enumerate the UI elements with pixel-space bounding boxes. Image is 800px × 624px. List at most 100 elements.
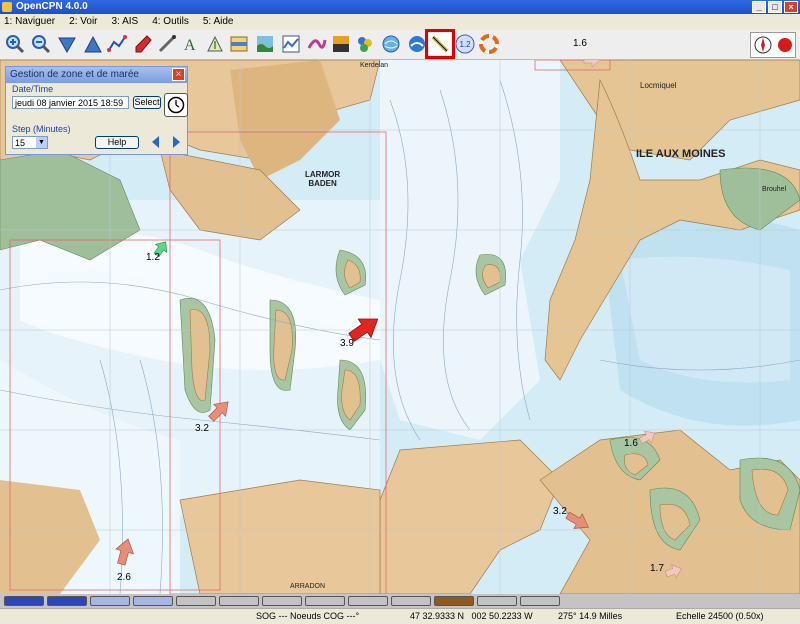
quilt-chart-button[interactable] xyxy=(47,596,87,606)
datetime-group-label: Date/Time xyxy=(12,84,54,94)
menu-ais[interactable]: 3: AIS xyxy=(112,14,139,30)
globe-button[interactable] xyxy=(380,33,402,55)
graph-button[interactable] xyxy=(280,33,302,55)
dialog-titlebar[interactable]: Gestion de zone et de marée × xyxy=(6,67,187,83)
help-button[interactable]: Help xyxy=(95,136,139,149)
zoom-in-button[interactable] xyxy=(4,33,26,55)
clock-button[interactable] xyxy=(164,93,188,117)
current-label-c3: 3.2 xyxy=(195,423,209,434)
arrow-left-icon xyxy=(152,136,159,148)
waypoint-icon xyxy=(135,35,152,53)
layers-button[interactable] xyxy=(354,33,376,55)
place-kerdelan: Kerdelan xyxy=(360,62,389,69)
ship-button[interactable] xyxy=(406,33,428,55)
status-bar: SOG --- Noeuds COG ---° 47 32.9333 N 002… xyxy=(0,608,800,624)
menu-voir[interactable]: 2: Voir xyxy=(69,14,97,30)
quilt-chart-button[interactable] xyxy=(305,596,345,606)
zoom-out-icon xyxy=(32,35,51,54)
zoom-out-button[interactable] xyxy=(30,33,52,55)
menu-bar: 1: Naviguer 2: Voir 3: AIS 4: Outils 5: … xyxy=(0,14,800,30)
place-arradon: ARRADON xyxy=(290,583,326,590)
tide-icon xyxy=(257,36,273,52)
main-toolbar: A 1.2 xyxy=(0,29,800,60)
step-group-label: Step (Minutes) xyxy=(12,124,71,134)
quilt-chart-button[interactable] xyxy=(391,596,431,606)
ais-icon xyxy=(207,35,223,52)
datetime-field[interactable]: jeudi 08 janvier 2015 18:59 xyxy=(12,96,129,109)
step-value: 15 xyxy=(15,138,26,148)
place-larmor-baden: LARMOR BADEN xyxy=(305,170,341,188)
current-label-c2: 3.9 xyxy=(340,338,354,349)
prev-step-button[interactable] xyxy=(149,135,163,149)
tide-level-label: 1.2 xyxy=(459,40,471,49)
step-select[interactable]: 15 ▼ xyxy=(12,136,48,149)
track-icon xyxy=(307,39,327,49)
arrow-right-icon xyxy=(173,136,180,148)
bearing-distance-readout: 275° 14.9 Milles xyxy=(558,611,623,621)
text-button[interactable]: A xyxy=(180,33,202,55)
scale-readout: Echelle 24500 (0.50x) xyxy=(676,611,764,621)
quilt-chart-button[interactable] xyxy=(4,596,44,606)
current-label-c7: 1.7 xyxy=(650,563,664,574)
current-icon xyxy=(431,35,449,53)
measure-button[interactable] xyxy=(156,33,178,55)
window-title: OpenCPN 4.0.0 xyxy=(16,1,88,12)
text-icon: A xyxy=(184,37,196,54)
compass-widget[interactable] xyxy=(750,32,796,58)
close-button[interactable]: × xyxy=(784,1,798,13)
chart-quilt-bar xyxy=(0,594,800,608)
menu-naviguer[interactable]: 1: Naviguer xyxy=(4,14,55,30)
tide-button[interactable] xyxy=(254,33,276,55)
clock-icon xyxy=(167,96,185,114)
tide-level-icon: 1.2 xyxy=(455,34,475,54)
graph-icon xyxy=(282,35,300,53)
lifebuoy-button[interactable] xyxy=(478,33,500,55)
zoom-in-icon xyxy=(6,35,25,54)
measure-icon xyxy=(158,35,176,53)
route-button[interactable] xyxy=(106,33,128,55)
position-readout: 47 32.9333 N 002 50.2233 W xyxy=(410,611,533,621)
color-button[interactable] xyxy=(330,33,352,55)
chart-button[interactable] xyxy=(228,33,250,55)
compass-icon xyxy=(754,36,771,54)
sog-cog-readout: SOG --- Noeuds COG ---° xyxy=(256,611,360,621)
waypoint-button[interactable] xyxy=(132,33,154,55)
app-icon xyxy=(2,2,12,12)
quilt-chart-button[interactable] xyxy=(219,596,259,606)
minimize-button[interactable]: _ xyxy=(752,1,766,13)
chevron-down-icon: ▼ xyxy=(36,137,47,148)
quilt-chart-button[interactable] xyxy=(477,596,517,606)
scale-up-button[interactable] xyxy=(82,33,104,55)
tide-level-button[interactable]: 1.2 xyxy=(454,33,476,55)
globe-icon xyxy=(382,35,400,53)
quilt-chart-button[interactable] xyxy=(262,596,302,606)
next-step-button[interactable] xyxy=(169,135,183,149)
maximize-button[interactable]: □ xyxy=(768,1,782,13)
current-button[interactable] xyxy=(425,29,455,59)
ais-button[interactable] xyxy=(204,33,226,55)
quilt-chart-button[interactable] xyxy=(176,596,216,606)
layers-icon xyxy=(358,37,372,52)
scale-down-button[interactable] xyxy=(56,33,78,55)
quilt-chart-button[interactable] xyxy=(90,596,130,606)
route-icon xyxy=(107,35,127,52)
menu-outils[interactable]: 4: Outils xyxy=(152,14,189,30)
window-titlebar: OpenCPN 4.0.0 _ □ × xyxy=(0,0,800,14)
place-ile-aux-moines: ILE AUX MOINES xyxy=(636,148,726,160)
svg-text:A: A xyxy=(184,37,196,54)
quilt-chart-button[interactable] xyxy=(434,596,474,606)
track-button[interactable] xyxy=(306,33,328,55)
menu-aide[interactable]: 5: Aide xyxy=(203,14,234,30)
color-icon xyxy=(333,36,349,52)
current-label-c5: 3.2 xyxy=(553,506,567,517)
gps-status-icon xyxy=(777,38,792,52)
scale-up-icon xyxy=(84,35,102,53)
quilt-chart-button[interactable] xyxy=(520,596,560,606)
current-label-c1: 1.2 xyxy=(146,252,160,263)
ship-icon xyxy=(409,36,425,52)
dialog-close-button[interactable]: × xyxy=(172,68,185,81)
quilt-chart-button[interactable] xyxy=(348,596,388,606)
current-label-top: 1.6 xyxy=(573,38,587,49)
select-button[interactable]: Select xyxy=(133,96,161,109)
quilt-chart-button[interactable] xyxy=(133,596,173,606)
